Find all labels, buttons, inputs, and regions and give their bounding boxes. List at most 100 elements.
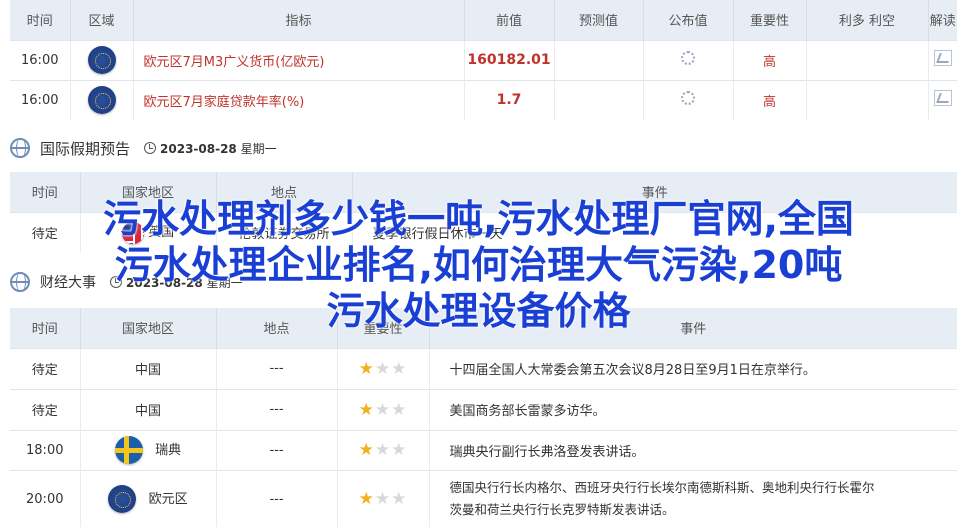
events-table: 时间 国家地区 地点 重要性 事件 待定 中国 --- ★★★ 十四届全国人大常… bbox=[10, 308, 957, 527]
uk-flag-icon bbox=[121, 221, 144, 244]
globe-icon bbox=[10, 272, 30, 292]
table-row: 16:00 欧元区7月M3广义货币(亿欧元) 160182.01 高 bbox=[10, 39, 957, 80]
row-place: --- bbox=[216, 388, 338, 430]
clock-icon bbox=[144, 142, 157, 154]
row-time: 待定 bbox=[10, 388, 81, 430]
row-country: 中国 bbox=[80, 388, 217, 430]
col-header-place: 地点 bbox=[216, 308, 338, 348]
col-header-time: 时间 bbox=[10, 172, 81, 212]
eu-flag-icon bbox=[87, 86, 116, 115]
holiday-section-title: 国际假期预告 bbox=[40, 139, 131, 158]
col-header-place: 地点 bbox=[216, 172, 353, 212]
star-empty-icon: ★ bbox=[391, 440, 408, 460]
star-empty-icon: ★ bbox=[391, 399, 408, 420]
indicator-link[interactable]: 欧元区7月家庭贷款年率(%) bbox=[144, 95, 305, 110]
row-country: 瑞典 bbox=[155, 442, 182, 458]
indicators-header-row: 时间 区域 指标 前值 预测值 公布值 重要性 利多 利空 解读 bbox=[10, 0, 957, 40]
col-header-analysis: 解读 bbox=[928, 0, 957, 40]
star-empty-icon: ★ bbox=[391, 489, 408, 510]
holiday-section-header: 国际假期预告 2023-08-28 星期一 bbox=[10, 130, 277, 166]
star-empty-icon: ★ bbox=[374, 358, 392, 379]
star-empty-icon: ★ bbox=[374, 440, 392, 460]
row-place: --- bbox=[216, 429, 338, 470]
row-place: 伦敦证券交易所 bbox=[216, 211, 353, 252]
row-time: 18:00 bbox=[10, 429, 81, 470]
row-time: 待定 bbox=[10, 347, 81, 389]
importance-value: 高 bbox=[762, 54, 776, 70]
importance-stars: ★★★ bbox=[359, 489, 408, 509]
econ-section-header: 财经大事 2023-08-28 星期一 bbox=[10, 268, 243, 296]
indicators-table: 时间 区域 指标 前值 预测值 公布值 重要性 利多 利空 解读 16:00 欧… bbox=[10, 0, 957, 120]
indicator-link[interactable]: 欧元区7月M3广义货币(亿欧元) bbox=[144, 55, 325, 70]
forecast-value bbox=[554, 79, 644, 120]
row-event: 美国商务部长雷蒙多访华。 bbox=[429, 388, 957, 430]
star-empty-icon: ★ bbox=[374, 489, 392, 510]
col-header-importance: 重要性 bbox=[337, 308, 430, 348]
globe-icon bbox=[10, 138, 30, 158]
table-row: 待定 中国 --- ★★★ 美国商务部长雷蒙多访华。 bbox=[10, 388, 957, 430]
row-event: 瑞典央行副行长弗洛登发表讲话。 bbox=[429, 429, 957, 470]
row-time: 20:00 bbox=[10, 469, 81, 527]
previous-value: 160182.01 bbox=[467, 52, 551, 68]
row-place: --- bbox=[216, 347, 338, 389]
row-time: 16:00 bbox=[10, 79, 71, 120]
star-empty-icon: ★ bbox=[391, 358, 408, 379]
clock-icon bbox=[110, 276, 122, 288]
chart-icon[interactable] bbox=[933, 90, 952, 107]
col-header-country: 国家地区 bbox=[80, 172, 217, 212]
importance-value: 高 bbox=[762, 94, 776, 110]
star-filled-icon: ★ bbox=[358, 358, 375, 379]
row-event-line: 茨曼和荷兰央行行长克罗特斯发表讲话。 bbox=[449, 502, 675, 518]
col-header-country: 国家地区 bbox=[80, 308, 217, 348]
holiday-header-row: 时间 国家地区 地点 事件 bbox=[10, 172, 957, 212]
econ-section-title: 财经大事 bbox=[40, 275, 96, 291]
col-header-forecast: 预测值 bbox=[554, 0, 644, 40]
col-header-region: 区域 bbox=[70, 0, 134, 40]
sweden-flag-icon bbox=[114, 436, 143, 464]
row-event-line: 德国央行行长内格尔、西班牙央行行长埃尔南德斯科斯、奥地利央行行长霍尔 bbox=[449, 480, 875, 496]
eu-flag-icon bbox=[87, 46, 116, 74]
row-time: 待定 bbox=[10, 211, 81, 252]
loading-icon bbox=[681, 51, 695, 65]
econ-date: 2023-08-28 bbox=[126, 275, 203, 290]
row-event: 德国央行行长内格尔、西班牙央行行长埃尔南德斯科斯、奥地利央行行长霍尔 茨曼和荷兰… bbox=[429, 469, 957, 527]
star-filled-icon: ★ bbox=[358, 440, 375, 460]
eu-flag-icon bbox=[108, 485, 137, 514]
importance-stars: ★★★ bbox=[359, 359, 408, 379]
forecast-value bbox=[554, 39, 644, 80]
holiday-weekday: 星期一 bbox=[240, 141, 277, 156]
row-place: --- bbox=[216, 469, 338, 527]
table-row: 待定 英国 伦敦证券交易所 夏季银行假日休市一天 bbox=[10, 211, 957, 252]
col-header-event: 事件 bbox=[429, 308, 957, 348]
chart-icon[interactable] bbox=[933, 50, 952, 66]
importance-stars: ★★★ bbox=[359, 400, 408, 420]
col-header-previous: 前值 bbox=[464, 0, 555, 40]
importance-stars: ★★★ bbox=[359, 440, 408, 460]
holiday-table: 时间 国家地区 地点 事件 待定 英国 伦敦证券交易所 夏季银行假日休市一天 bbox=[10, 172, 957, 252]
table-row: 18:00 瑞典 --- ★★★ 瑞典央行副行长弗洛登发表讲话。 bbox=[10, 429, 957, 470]
econ-weekday: 星期一 bbox=[206, 275, 243, 290]
star-empty-icon: ★ bbox=[374, 399, 392, 420]
col-header-time: 时间 bbox=[10, 0, 71, 40]
impact-value bbox=[806, 79, 929, 120]
row-country: 欧元区 bbox=[148, 491, 188, 507]
table-row: 16:00 欧元区7月家庭贷款年率(%) 1.7 高 bbox=[10, 79, 957, 120]
star-filled-icon: ★ bbox=[358, 489, 375, 510]
col-header-actual: 公布值 bbox=[643, 0, 734, 40]
col-header-event: 事件 bbox=[352, 172, 957, 212]
events-header-row: 时间 国家地区 地点 重要性 事件 bbox=[10, 308, 957, 348]
row-country: 英国 bbox=[148, 225, 175, 240]
holiday-date: 2023-08-28 bbox=[160, 141, 237, 156]
row-event: 十四届全国人大常委会第五次会议8月28日至9月1日在京举行。 bbox=[429, 347, 957, 389]
col-header-impact: 利多 利空 bbox=[806, 0, 929, 40]
star-filled-icon: ★ bbox=[358, 399, 375, 420]
col-header-time: 时间 bbox=[10, 308, 81, 348]
table-row: 20:00 欧元区 --- ★★★ 德国央行行长内格尔、西班牙央行行长埃尔南德斯… bbox=[10, 469, 957, 527]
row-event: 夏季银行假日休市一天 bbox=[352, 211, 957, 252]
loading-icon bbox=[681, 91, 695, 106]
col-header-indicator: 指标 bbox=[133, 0, 465, 40]
row-time: 16:00 bbox=[10, 39, 71, 80]
impact-value bbox=[806, 39, 929, 80]
previous-value: 1.7 bbox=[496, 92, 522, 109]
table-row: 待定 中国 --- ★★★ 十四届全国人大常委会第五次会议8月28日至9月1日在… bbox=[10, 347, 957, 389]
